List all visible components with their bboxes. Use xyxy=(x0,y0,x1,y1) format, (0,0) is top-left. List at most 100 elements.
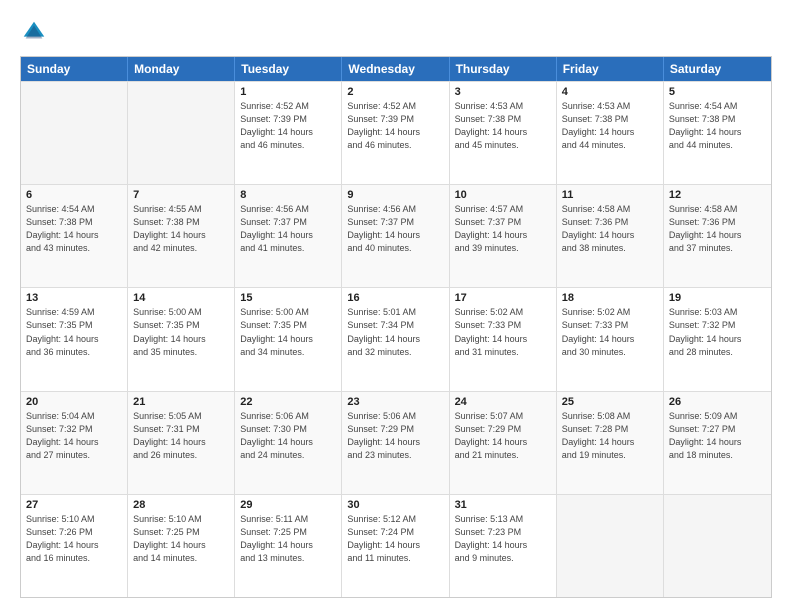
calendar-cell: 31 Sunrise: 5:13 AM Sunset: 7:23 PM Dayli… xyxy=(450,495,557,597)
calendar-header: SundayMondayTuesdayWednesdayThursdayFrid… xyxy=(21,57,771,81)
calendar-cell: 25Sunrise: 5:08 AM Sunset: 7:28 PM Dayli… xyxy=(557,392,664,494)
calendar-cell: 28 Sunrise: 5:10 AM Sunset: 7:25 PM Dayli… xyxy=(128,495,235,597)
calendar-row-2: 6 Sunrise: 4:54 AM Sunset: 7:38 PM Daylig… xyxy=(21,184,771,287)
calendar-cell: 15Sunrise: 5:00 AM Sunset: 7:35 PM Dayli… xyxy=(235,288,342,390)
calendar-cell: 7Sunrise: 4:55 AM Sunset: 7:38 PM Daylig… xyxy=(128,185,235,287)
day-info: Sunrise: 4:54 AM Sunset: 7:38 PM Dayligh… xyxy=(669,100,766,152)
day-info: Sunrise: 4:56 AM Sunset: 7:37 PM Dayligh… xyxy=(347,203,443,255)
calendar-cell xyxy=(128,82,235,184)
day-number: 18 xyxy=(562,292,658,304)
calendar-cell: 12 Sunrise: 4:58 AM Sunset: 7:36 PM Dayli… xyxy=(664,185,771,287)
day-info: Sunrise: 4:58 AM Sunset: 7:36 PM Dayligh… xyxy=(669,203,766,255)
day-number: 25 xyxy=(562,396,658,408)
calendar-cell: 21 Sunrise: 5:05 AM Sunset: 7:31 PM Dayli… xyxy=(128,392,235,494)
day-number: 23 xyxy=(347,396,443,408)
day-number: 30 xyxy=(347,499,443,511)
weekday-header-monday: Monday xyxy=(128,57,235,81)
day-number: 2 xyxy=(347,86,443,98)
calendar-row-1: 1 Sunrise: 4:52 AM Sunset: 7:39 PM Daylig… xyxy=(21,81,771,184)
day-info: Sunrise: 5:06 AM Sunset: 7:30 PM Dayligh… xyxy=(240,410,336,462)
day-number: 22 xyxy=(240,396,336,408)
day-number: 17 xyxy=(455,292,551,304)
day-info: Sunrise: 5:13 AM Sunset: 7:23 PM Dayligh… xyxy=(455,513,551,565)
calendar-cell: 2Sunrise: 4:52 AM Sunset: 7:39 PM Daylig… xyxy=(342,82,449,184)
calendar-cell: 6 Sunrise: 4:54 AM Sunset: 7:38 PM Daylig… xyxy=(21,185,128,287)
day-number: 19 xyxy=(669,292,766,304)
day-number: 13 xyxy=(26,292,122,304)
day-info: Sunrise: 4:56 AM Sunset: 7:37 PM Dayligh… xyxy=(240,203,336,255)
day-number: 9 xyxy=(347,189,443,201)
calendar-cell: 14 Sunrise: 5:00 AM Sunset: 7:35 PM Dayli… xyxy=(128,288,235,390)
calendar-cell: 8 Sunrise: 4:56 AM Sunset: 7:37 PM Daylig… xyxy=(235,185,342,287)
day-number: 29 xyxy=(240,499,336,511)
calendar-cell: 22 Sunrise: 5:06 AM Sunset: 7:30 PM Dayli… xyxy=(235,392,342,494)
day-info: Sunrise: 5:02 AM Sunset: 7:33 PM Dayligh… xyxy=(455,306,551,358)
calendar-cell: 13 Sunrise: 4:59 AM Sunset: 7:35 PM Dayli… xyxy=(21,288,128,390)
day-number: 14 xyxy=(133,292,229,304)
day-info: Sunrise: 4:52 AM Sunset: 7:39 PM Dayligh… xyxy=(240,100,336,152)
calendar-cell: 30 Sunrise: 5:12 AM Sunset: 7:24 PM Dayli… xyxy=(342,495,449,597)
day-info: Sunrise: 5:05 AM Sunset: 7:31 PM Dayligh… xyxy=(133,410,229,462)
day-number: 10 xyxy=(455,189,551,201)
day-info: Sunrise: 5:10 AM Sunset: 7:25 PM Dayligh… xyxy=(133,513,229,565)
calendar-cell: 20 Sunrise: 5:04 AM Sunset: 7:32 PM Dayli… xyxy=(21,392,128,494)
day-info: Sunrise: 5:07 AM Sunset: 7:29 PM Dayligh… xyxy=(455,410,551,462)
weekday-header-sunday: Sunday xyxy=(21,57,128,81)
day-number: 15 xyxy=(240,292,336,304)
day-info: Sunrise: 4:57 AM Sunset: 7:37 PM Dayligh… xyxy=(455,203,551,255)
calendar-cell: 16 Sunrise: 5:01 AM Sunset: 7:34 PM Dayli… xyxy=(342,288,449,390)
day-number: 11 xyxy=(562,189,658,201)
calendar-cell: 23 Sunrise: 5:06 AM Sunset: 7:29 PM Dayli… xyxy=(342,392,449,494)
day-info: Sunrise: 4:55 AM Sunset: 7:38 PM Dayligh… xyxy=(133,203,229,255)
day-number: 8 xyxy=(240,189,336,201)
day-info: Sunrise: 5:02 AM Sunset: 7:33 PM Dayligh… xyxy=(562,306,658,358)
calendar-cell: 9 Sunrise: 4:56 AM Sunset: 7:37 PM Daylig… xyxy=(342,185,449,287)
logo xyxy=(20,18,52,46)
day-info: Sunrise: 4:54 AM Sunset: 7:38 PM Dayligh… xyxy=(26,203,122,255)
calendar-cell: 10 Sunrise: 4:57 AM Sunset: 7:37 PM Dayli… xyxy=(450,185,557,287)
day-number: 12 xyxy=(669,189,766,201)
calendar-cell: 3 Sunrise: 4:53 AM Sunset: 7:38 PM Daylig… xyxy=(450,82,557,184)
day-info: Sunrise: 4:59 AM Sunset: 7:35 PM Dayligh… xyxy=(26,306,122,358)
calendar-row-3: 13 Sunrise: 4:59 AM Sunset: 7:35 PM Dayli… xyxy=(21,287,771,390)
day-info: Sunrise: 5:11 AM Sunset: 7:25 PM Dayligh… xyxy=(240,513,336,565)
day-info: Sunrise: 4:58 AM Sunset: 7:36 PM Dayligh… xyxy=(562,203,658,255)
calendar-cell: 4Sunrise: 4:53 AM Sunset: 7:38 PM Daylig… xyxy=(557,82,664,184)
day-info: Sunrise: 5:03 AM Sunset: 7:32 PM Dayligh… xyxy=(669,306,766,358)
calendar-cell xyxy=(664,495,771,597)
day-number: 20 xyxy=(26,396,122,408)
day-number: 31 xyxy=(455,499,551,511)
calendar-cell: 11 Sunrise: 4:58 AM Sunset: 7:36 PM Dayli… xyxy=(557,185,664,287)
weekday-header-wednesday: Wednesday xyxy=(342,57,449,81)
day-number: 3 xyxy=(455,86,551,98)
day-info: Sunrise: 5:06 AM Sunset: 7:29 PM Dayligh… xyxy=(347,410,443,462)
calendar-cell: 19 Sunrise: 5:03 AM Sunset: 7:32 PM Dayli… xyxy=(664,288,771,390)
day-number: 1 xyxy=(240,86,336,98)
calendar-cell xyxy=(557,495,664,597)
calendar-cell: 5 Sunrise: 4:54 AM Sunset: 7:38 PM Daylig… xyxy=(664,82,771,184)
day-info: Sunrise: 4:53 AM Sunset: 7:38 PM Dayligh… xyxy=(455,100,551,152)
day-number: 28 xyxy=(133,499,229,511)
calendar-cell: 29 Sunrise: 5:11 AM Sunset: 7:25 PM Dayli… xyxy=(235,495,342,597)
day-info: Sunrise: 5:04 AM Sunset: 7:32 PM Dayligh… xyxy=(26,410,122,462)
day-info: Sunrise: 5:10 AM Sunset: 7:26 PM Dayligh… xyxy=(26,513,122,565)
day-number: 24 xyxy=(455,396,551,408)
header xyxy=(20,18,772,46)
calendar-cell xyxy=(21,82,128,184)
calendar-cell: 17 Sunrise: 5:02 AM Sunset: 7:33 PM Dayli… xyxy=(450,288,557,390)
day-number: 21 xyxy=(133,396,229,408)
day-info: Sunrise: 4:53 AM Sunset: 7:38 PM Dayligh… xyxy=(562,100,658,152)
day-info: Sunrise: 5:00 AM Sunset: 7:35 PM Dayligh… xyxy=(133,306,229,358)
day-number: 27 xyxy=(26,499,122,511)
calendar-cell: 1 Sunrise: 4:52 AM Sunset: 7:39 PM Daylig… xyxy=(235,82,342,184)
day-info: Sunrise: 5:12 AM Sunset: 7:24 PM Dayligh… xyxy=(347,513,443,565)
day-number: 16 xyxy=(347,292,443,304)
weekday-header-thursday: Thursday xyxy=(450,57,557,81)
weekday-header-friday: Friday xyxy=(557,57,664,81)
calendar-body: 1 Sunrise: 4:52 AM Sunset: 7:39 PM Daylig… xyxy=(21,81,771,597)
day-info: Sunrise: 5:01 AM Sunset: 7:34 PM Dayligh… xyxy=(347,306,443,358)
day-number: 5 xyxy=(669,86,766,98)
day-number: 6 xyxy=(26,189,122,201)
calendar-cell: 26Sunrise: 5:09 AM Sunset: 7:27 PM Dayli… xyxy=(664,392,771,494)
day-number: 26 xyxy=(669,396,766,408)
